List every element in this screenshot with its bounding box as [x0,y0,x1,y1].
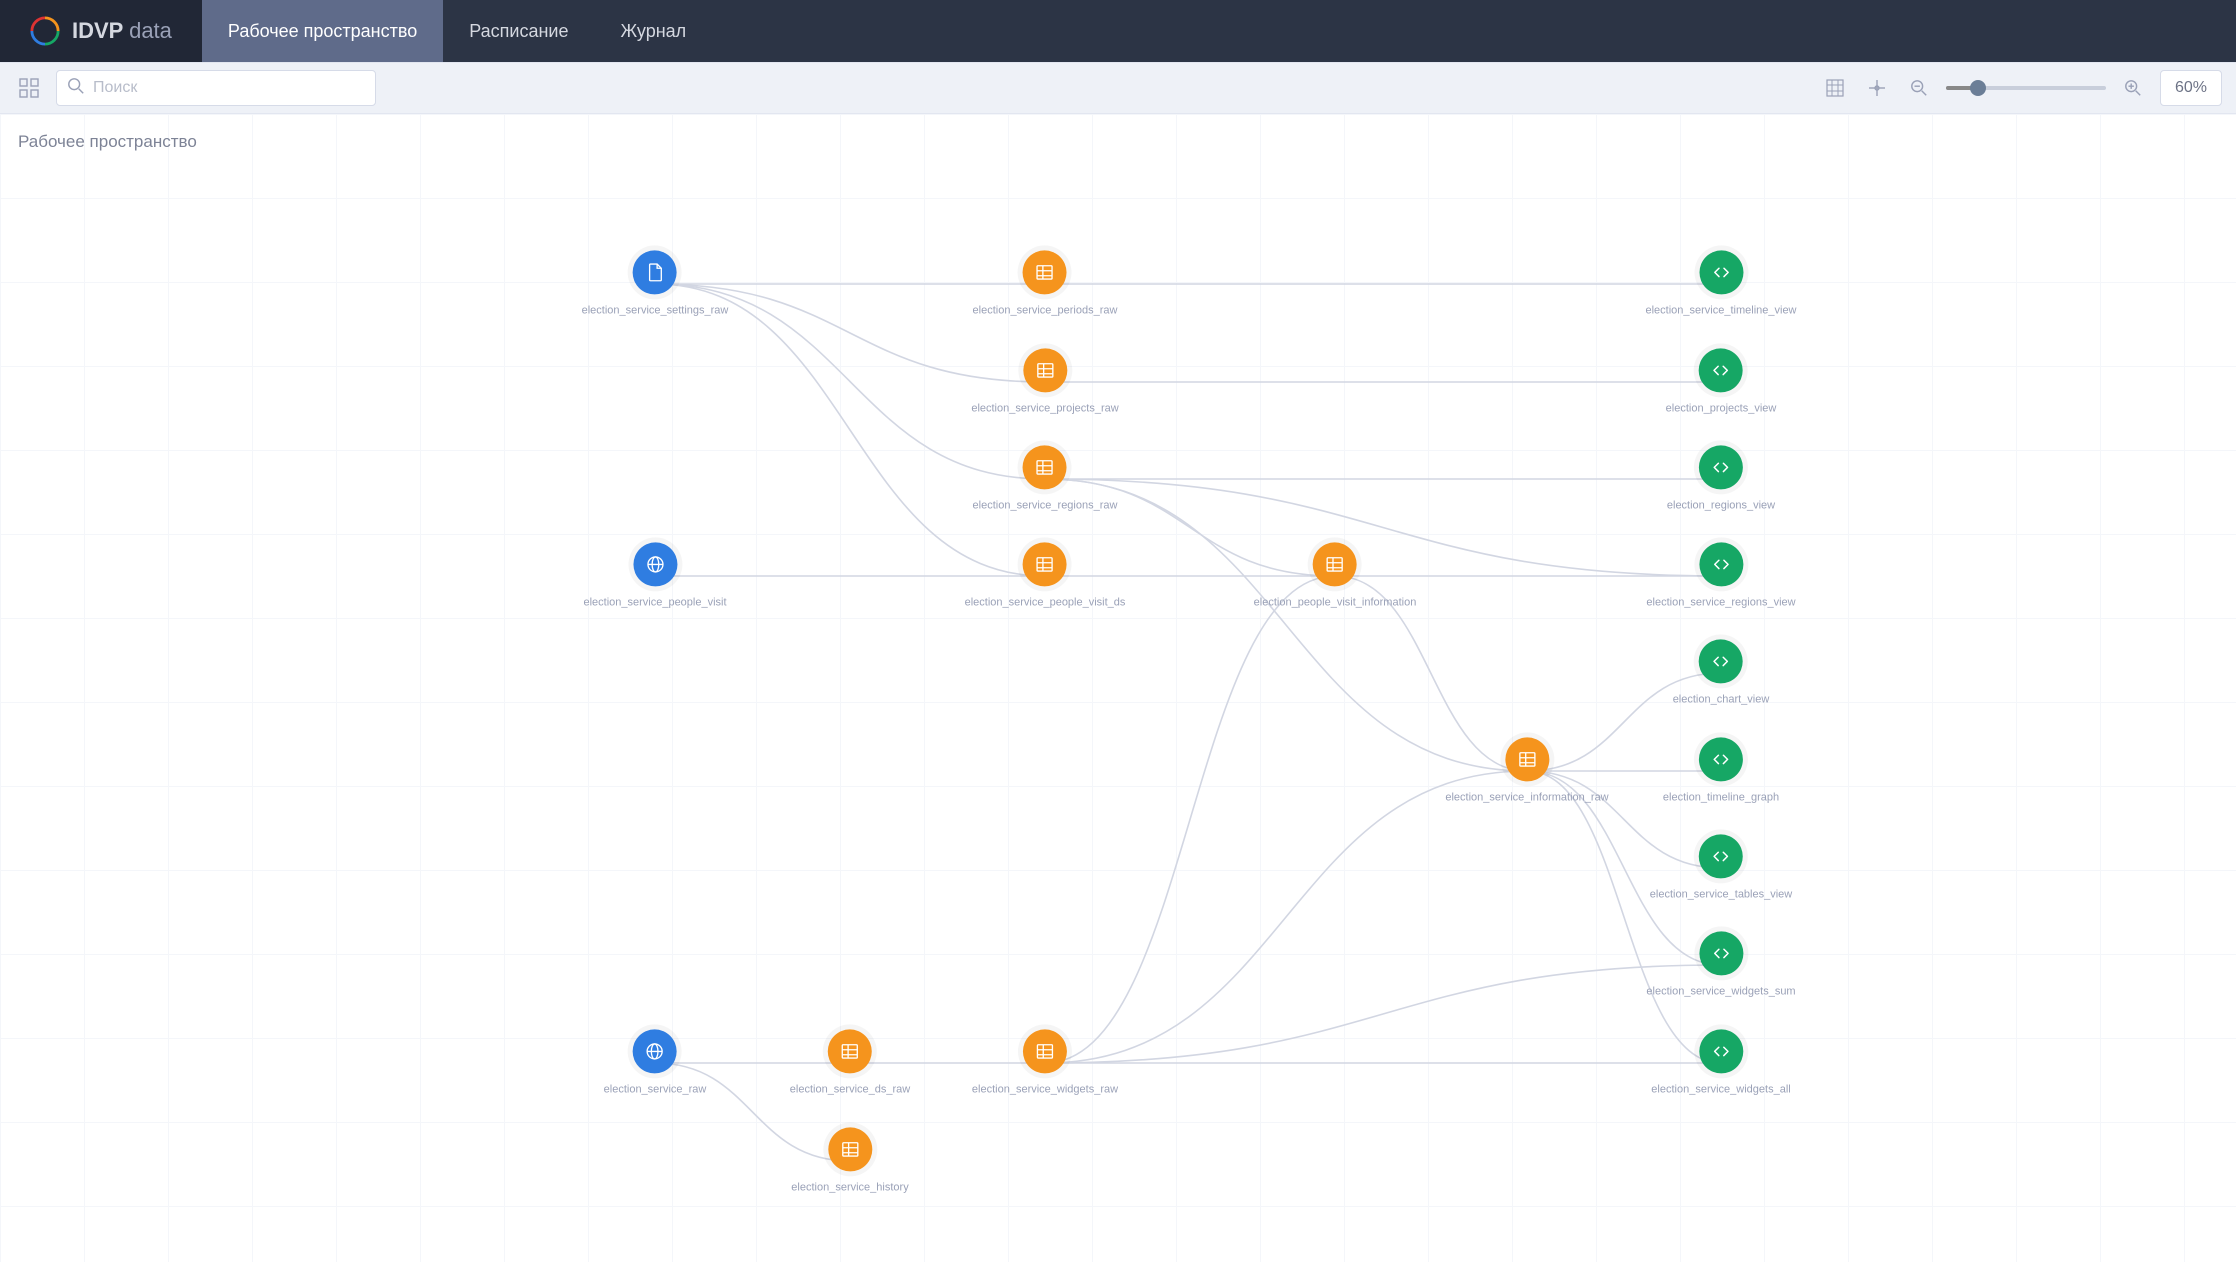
web-icon [633,542,677,586]
graph-node-n_info_raw[interactable]: election_service_information_raw [1445,737,1608,804]
table-icon [1023,1029,1067,1073]
graph-node-n_projects_v[interactable]: election_projects_view [1666,348,1777,415]
table-icon [828,1127,872,1171]
nav-item-1[interactable]: Расписание [443,0,594,62]
node-label: election_chart_view [1673,693,1770,706]
search-input[interactable] [93,79,365,97]
file-icon [633,250,677,294]
app-header: IDVP data Рабочее пространствоРасписание… [0,0,2236,62]
nav-item-0[interactable]: Рабочее пространство [202,0,443,62]
graph-node-n_settings[interactable]: election_service_settings_raw [582,250,729,317]
node-label: election_service_widgets_all [1651,1083,1790,1096]
node-label: election_service_information_raw [1445,791,1608,804]
node-label: election_service_raw [604,1083,707,1096]
table-icon [828,1029,872,1073]
workspace-canvas-area[interactable]: Рабочее пространство election_service_se… [0,114,2236,1262]
brand-light: data [129,18,172,43]
graph-edge [1045,771,1527,1063]
node-label: election_service_people_visit_ds [965,596,1126,609]
table-icon [1023,542,1067,586]
logo-icon [30,16,60,46]
graph-node-n_tl_view[interactable]: election_service_timeline_view [1645,250,1796,317]
code-icon [1699,834,1743,878]
top-nav: Рабочее пространствоРасписаниеЖурнал [202,0,712,62]
table-icon [1505,737,1549,781]
node-label: election_service_settings_raw [582,304,729,317]
node-label: election_service_regions_view [1646,596,1795,609]
table-icon [1023,445,1067,489]
node-label: election_service_projects_raw [971,402,1118,415]
graph-node-n_raw[interactable]: election_service_raw [604,1029,707,1096]
node-label: election_service_people_visit [583,596,726,609]
node-label: election_service_periods_raw [973,304,1118,317]
node-label: election_projects_view [1666,402,1777,415]
grid-view-icon[interactable] [14,73,44,103]
graph-edge [1045,965,1721,1063]
zoom-out-icon[interactable] [1904,73,1934,103]
code-icon [1699,1029,1743,1073]
zoom-value[interactable]: 60% [2160,70,2222,106]
graph-node-n_history[interactable]: election_service_history [791,1127,908,1194]
graph-node-n_people_visit[interactable]: election_service_people_visit [583,542,726,609]
node-label: election_timeline_graph [1663,791,1779,804]
code-icon [1699,931,1743,975]
graph-node-n_widgets_all[interactable]: election_service_widgets_all [1651,1029,1790,1096]
graph-node-n_widgets_sum[interactable]: election_service_widgets_sum [1646,931,1795,998]
zoom-in-icon[interactable] [2118,73,2148,103]
graph-edge [1045,576,1335,1063]
node-label: election_regions_view [1667,499,1775,512]
node-label: election_service_ds_raw [790,1083,910,1096]
graph-node-n_people_info[interactable]: election_people_visit_information [1254,542,1417,609]
zoom-slider[interactable] [1946,86,2106,90]
graph-node-n_regions_v[interactable]: election_regions_view [1667,445,1775,512]
table-icon [1023,250,1067,294]
graph-node-n_svc_regions_v[interactable]: election_service_regions_view [1646,542,1795,609]
graph-node-n_regions_raw[interactable]: election_service_regions_raw [973,445,1118,512]
snap-grid-icon[interactable] [1820,73,1850,103]
node-label: election_service_tables_view [1650,888,1792,901]
code-icon [1699,348,1743,392]
brand-strong: IDVP [72,18,123,43]
graph-edge [1527,771,1721,1063]
code-icon [1699,250,1743,294]
graph-edge [655,284,1045,576]
graph-node-n_periods[interactable]: election_service_periods_raw [973,250,1118,317]
search-box [56,70,376,106]
node-label: election_service_timeline_view [1645,304,1796,317]
graph-node-n_chart_v[interactable]: election_chart_view [1673,639,1770,706]
code-icon [1699,737,1743,781]
graph-node-n_tables_v[interactable]: election_service_tables_view [1650,834,1792,901]
workspace-toolbar: 60% [0,62,2236,114]
table-icon [1313,542,1357,586]
web-icon [633,1029,677,1073]
graph-node-n_ds_raw[interactable]: election_service_ds_raw [790,1029,910,1096]
code-icon [1699,445,1743,489]
node-label: election_service_regions_raw [973,499,1118,512]
node-label: election_service_widgets_sum [1646,985,1795,998]
fit-screen-icon[interactable] [1862,73,1892,103]
search-icon [67,77,85,100]
node-label: election_service_widgets_raw [972,1083,1118,1096]
graph-node-n_people_ds[interactable]: election_service_people_visit_ds [965,542,1126,609]
nav-item-2[interactable]: Журнал [595,0,713,62]
graph-node-n_widgets_raw[interactable]: election_service_widgets_raw [972,1029,1118,1096]
brand-text: IDVP data [72,18,172,44]
node-label: election_people_visit_information [1254,596,1417,609]
node-label: election_service_history [791,1181,908,1194]
table-icon [1023,348,1067,392]
graph-node-n_projects[interactable]: election_service_projects_raw [971,348,1118,415]
graph-edge [1045,479,1527,771]
graph-node-n_tl_graph[interactable]: election_timeline_graph [1663,737,1779,804]
code-icon [1699,639,1743,683]
brand-block: IDVP data [0,0,202,62]
code-icon [1699,542,1743,586]
